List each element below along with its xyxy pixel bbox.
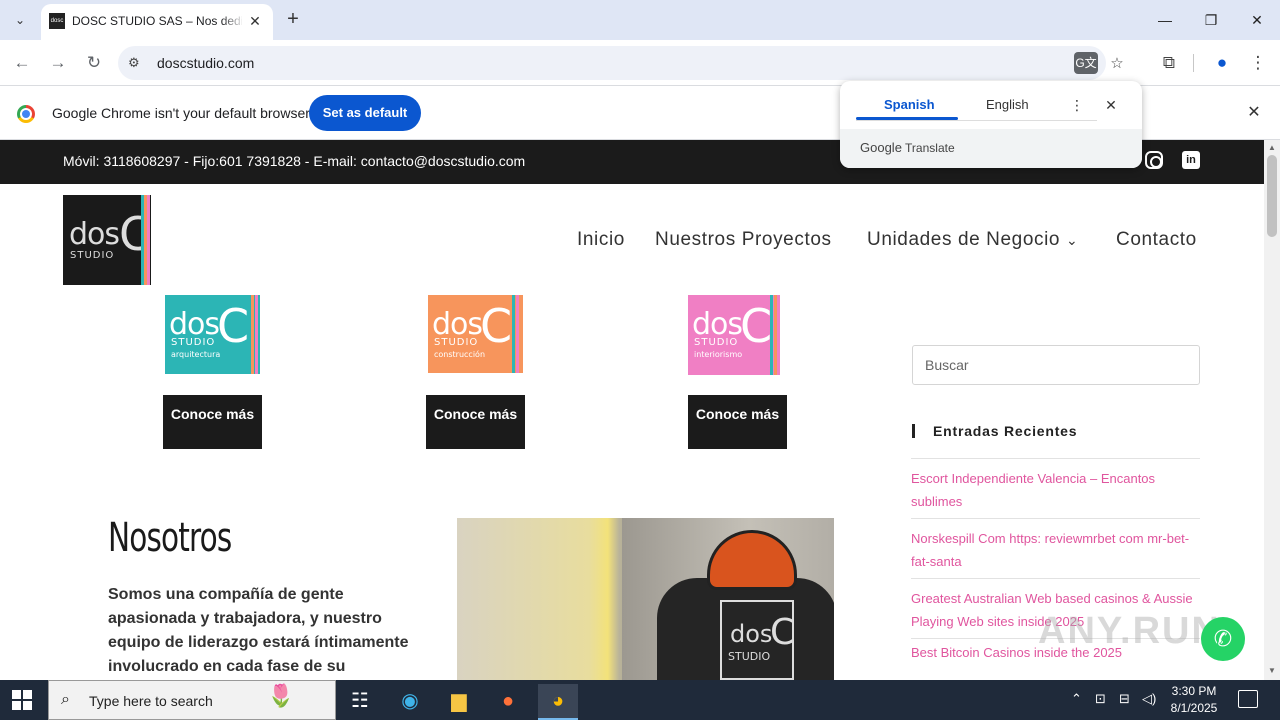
reload-button[interactable]: ↻ [80, 50, 108, 76]
scroll-down-icon[interactable]: ▼ [1268, 666, 1276, 675]
scroll-up-icon[interactable]: ▲ [1268, 143, 1276, 152]
volume-icon[interactable]: ◁) [1142, 691, 1156, 707]
address-bar[interactable]: ⚙ doscstudio.com G文 ☆ [118, 46, 1124, 80]
google-translate-brand: Google Translate [860, 140, 955, 155]
site-favicon-icon: dosc [49, 13, 65, 29]
unit-logo-sub: arquitectura [171, 350, 221, 359]
unit-logo-interiorismo[interactable]: dos C STUDIO interiorismo [688, 295, 780, 375]
scrollbar-thumb[interactable] [1267, 155, 1277, 237]
recent-posts-list: Escort Independiente Valencia – Encantos… [911, 458, 1200, 698]
brand-google: Google [860, 140, 902, 155]
set-default-button[interactable]: Set as default [309, 95, 421, 131]
tray-device-icon[interactable]: ⊡ [1095, 691, 1106, 707]
unit-logo-sub: construcción [434, 350, 486, 359]
worker-photo: dos C STUDIO [457, 518, 834, 680]
chevron-down-icon: ⌄ [1065, 232, 1079, 248]
infobar-message: Google Chrome isn't your default browser [52, 105, 310, 121]
tray-chevron-icon[interactable]: ⌃ [1071, 691, 1082, 707]
edge-icon[interactable]: ◉ [390, 684, 430, 720]
page-scrollbar[interactable]: ▲ ▼ [1264, 140, 1280, 680]
nav-contacto[interactable]: Contacto [1116, 229, 1197, 251]
instagram-icon[interactable] [1145, 151, 1163, 169]
logo-dos-text: dos [69, 217, 120, 252]
unit-logo-construccion[interactable]: dos C STUDIO construcción [428, 295, 523, 373]
search-icon: ⌕ [61, 691, 70, 708]
chrome-taskbar-icon[interactable]: ◕ [538, 684, 578, 720]
new-tab-button[interactable]: + [282, 8, 304, 30]
bookmark-star-icon[interactable]: ☆ [1106, 53, 1128, 75]
url-text: doscstudio.com [157, 55, 255, 71]
contact-info: Móvil: 3118608297 - Fijo:601 7391828 - E… [63, 153, 526, 169]
conoce-mas-button-arquitectura[interactable]: Conoce más [163, 395, 262, 449]
file-explorer-icon[interactable]: ▆ [439, 684, 479, 720]
tab-strip: ⌄ dosc DOSC STUDIO SAS – Nos dedic ✕ + —… [0, 0, 1280, 40]
shirt-logo: dos C STUDIO [720, 600, 795, 680]
translate-icon[interactable]: G文 [1074, 52, 1098, 74]
translate-lang-spanish[interactable]: Spanish [884, 97, 935, 112]
nav-inicio[interactable]: Inicio [577, 229, 625, 251]
taskbar-search[interactable]: ⌕ Type here to search 🌷 [48, 680, 336, 720]
recent-post-link[interactable]: Norskespill Com https: reviewmrbet com m… [911, 518, 1200, 578]
unit-logo-sub: interiorismo [694, 350, 743, 359]
nosotros-heading: Nosotros [108, 515, 232, 561]
menu-kebab-icon[interactable]: ⋮ [1245, 50, 1271, 76]
chevron-down-icon: ⌄ [14, 13, 26, 27]
translate-lang-english[interactable]: English [986, 97, 1029, 112]
anyrun-watermark: ANY.RUN [1038, 610, 1221, 652]
notification-icon[interactable] [1238, 690, 1258, 708]
recent-posts-heading: Entradas Recientes [912, 424, 1077, 438]
conoce-mas-button-interiorismo[interactable]: Conoce más [688, 395, 787, 449]
close-tab-icon[interactable]: ✕ [246, 12, 264, 30]
firefox-icon[interactable]: ● [488, 684, 528, 720]
unit-logo-c: C [217, 299, 250, 353]
restore-button[interactable]: ❐ [1188, 8, 1234, 32]
close-window-button[interactable]: ✕ [1234, 8, 1280, 32]
nav-unidades-label: Unidades de Negocio [867, 229, 1061, 250]
profile-icon[interactable]: ● [1209, 50, 1235, 76]
tab-search-button[interactable]: ⌄ [6, 6, 34, 34]
site-info-icon[interactable]: ⚙ [128, 55, 144, 71]
taskbar-search-text: Type here to search [89, 693, 213, 709]
site-logo[interactable]: dos C STUDIO [63, 195, 151, 285]
clock-time: 3:30 PM [1171, 684, 1217, 698]
blog-search-input[interactable]: Buscar [912, 345, 1200, 385]
start-button[interactable] [12, 690, 32, 710]
extensions-icon[interactable]: ⧉ [1156, 50, 1182, 76]
chrome-logo-icon [17, 105, 35, 123]
unit-logo-arquitectura[interactable]: dos C STUDIO arquitectura [165, 295, 260, 374]
minimize-button[interactable]: — [1142, 8, 1188, 32]
unit-logo-studio: STUDIO [171, 337, 216, 348]
translate-popup: Spanish English ⋮ ✕ Google Translate [840, 81, 1142, 168]
unit-logo-studio: STUDIO [434, 337, 479, 348]
browser-tab[interactable]: dosc DOSC STUDIO SAS – Nos dedic ✕ [41, 4, 273, 40]
taskbar-clock[interactable]: 3:30 PM 8/1/2025 [1160, 683, 1228, 717]
browser-toolbar: ← → ↻ ⚙ doscstudio.com G文 ☆ ⧉ ● ⋮ [0, 40, 1280, 86]
brand-translate: Translate [905, 141, 955, 155]
task-view-icon[interactable]: ☷ [340, 684, 380, 720]
linkedin-icon[interactable]: in [1182, 151, 1200, 169]
whatsapp-icon[interactable]: ✆ [1201, 617, 1245, 661]
recent-post-link[interactable]: Escort Independiente Valencia – Encantos… [911, 458, 1200, 518]
nav-unidades-de-negocio[interactable]: Unidades de Negocio ⌄ [867, 229, 1078, 251]
conoce-mas-button-construccion[interactable]: Conoce más [426, 395, 525, 449]
network-icon[interactable]: ⊟ [1119, 691, 1130, 707]
logo-studio-text: STUDIO [70, 250, 115, 261]
nav-nuestros-proyectos[interactable]: Nuestros Proyectos [655, 229, 832, 251]
tab-title: DOSC STUDIO SAS – Nos dedic [72, 14, 242, 28]
back-button[interactable]: ← [8, 50, 36, 76]
unit-logo-studio: STUDIO [694, 337, 739, 348]
infobar-close-icon[interactable]: ✕ [1244, 103, 1264, 123]
forward-button[interactable]: → [44, 50, 72, 76]
translate-close-icon[interactable]: ✕ [1102, 96, 1120, 114]
unit-logo-c: C [740, 299, 773, 353]
clock-date: 8/1/2025 [1170, 701, 1218, 715]
windows-taskbar: ⌕ Type here to search 🌷 ☷ ◉ ▆ ● ◕ ⌃ ⊡ ⊟ … [0, 680, 1280, 720]
unit-logo-c: C [480, 299, 513, 353]
flowers-icon: 🌷 [267, 683, 295, 708]
translate-options-icon[interactable]: ⋮ [1068, 96, 1086, 114]
